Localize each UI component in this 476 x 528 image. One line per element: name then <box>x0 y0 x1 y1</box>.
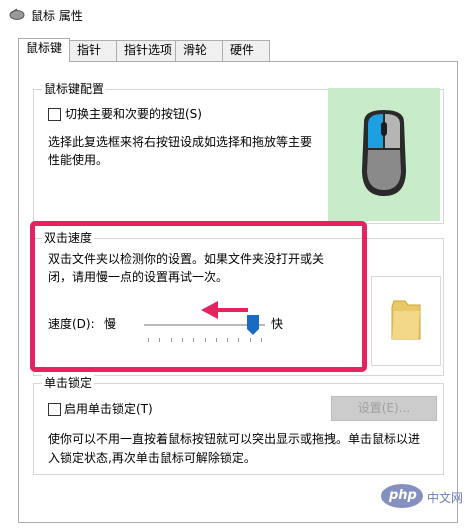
tab-mouse-buttons[interactable]: 鼠标键 <box>18 38 70 62</box>
click-lock-desc-line1: 使你可以不用一直按着鼠标按钮就可以突出显示或拖拽。单击鼠标以进 <box>48 432 421 446</box>
click-lock-desc-line2: 入锁定状态,再次单击鼠标可解除锁定。 <box>48 451 256 465</box>
click-lock-checkbox[interactable] <box>48 403 61 416</box>
php-logo-text: php <box>389 488 417 503</box>
button-config-desc-line1: 选择此复选框来将右按钮设成如选择和拖放等主要 <box>48 135 313 149</box>
test-folder-area[interactable] <box>371 276 441 366</box>
php-watermark: php 中文网 <box>380 478 470 514</box>
tab-hardware[interactable]: 硬件 <box>222 40 270 61</box>
mouse-app-icon <box>9 8 25 20</box>
click-lock-title: 单击锁定 <box>42 374 95 391</box>
tab-strip: 鼠标键 指针 指针选项 滑轮 硬件 <box>18 38 458 62</box>
tab-pointers[interactable]: 指针 <box>69 40 117 61</box>
tab-pointer-options[interactable]: 指针选项 <box>116 40 176 61</box>
click-lock-label[interactable]: 启用单击锁定(T) <box>64 401 153 418</box>
button-config-desc-line2: 性能使用。 <box>48 153 109 167</box>
window-title: 鼠标 属性 <box>31 9 83 23</box>
swap-buttons-checkbox[interactable] <box>48 108 61 121</box>
title-bar: 鼠标 属性 <box>0 0 476 30</box>
mouse-preview <box>328 88 440 221</box>
highlight-frame <box>30 221 367 372</box>
folder-icon <box>391 300 421 340</box>
swap-buttons-label[interactable]: 切换主要和次要的按钮(S) <box>65 106 202 123</box>
mouse-icon <box>362 110 406 196</box>
tab-wheel[interactable]: 滑轮 <box>175 40 223 61</box>
click-lock-settings-button[interactable]: 设置(E)... <box>331 396 437 421</box>
php-site-text: 中文网 <box>427 491 464 505</box>
button-config-title: 鼠标键配置 <box>42 80 107 97</box>
